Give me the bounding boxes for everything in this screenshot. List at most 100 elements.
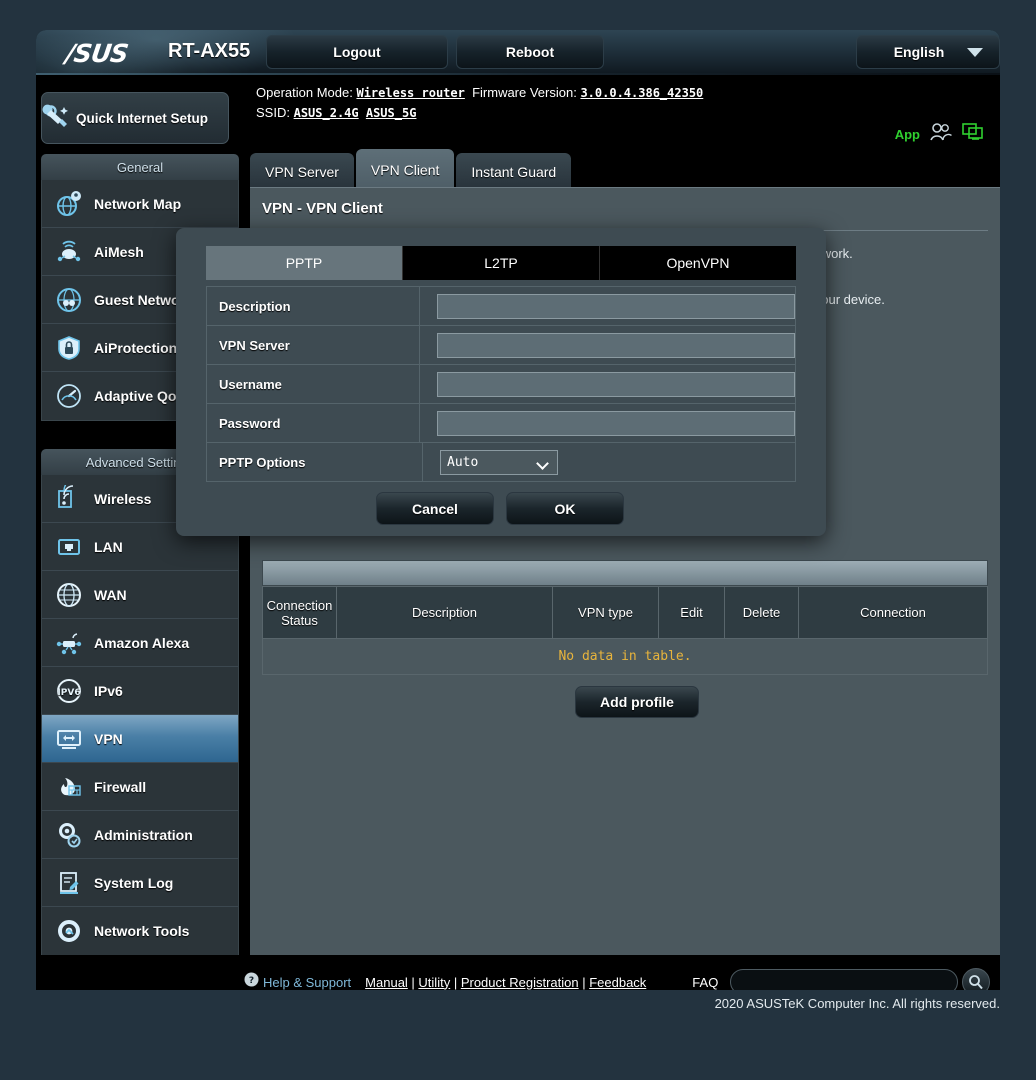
modal-tab-pptp[interactable]: PPTP [206, 246, 403, 280]
firmware-value[interactable]: 3.0.0.4.386_42350 [580, 86, 703, 100]
field-row-pptp-options: PPTP Options Auto [207, 443, 795, 482]
screen-share-icon[interactable] [962, 123, 984, 146]
description-input[interactable] [437, 293, 795, 319]
sidebar-item-label: Amazon Alexa [94, 634, 190, 651]
sidebar-item-system-log[interactable]: System Log [42, 859, 238, 907]
add-profile-button[interactable]: Add profile [575, 686, 699, 718]
table-title-bar [262, 560, 988, 586]
manual-link[interactable]: Manual [365, 975, 408, 990]
faq-search-input[interactable] [731, 970, 958, 990]
username-input[interactable] [437, 371, 795, 397]
sidebar-item-firewall[interactable]: Firewall [42, 763, 238, 811]
header-icon-row: App [895, 123, 984, 146]
aimesh-icon [52, 235, 86, 269]
firmware-label: Firmware Version: [472, 85, 577, 100]
sidebar-item-vpn[interactable]: VPN [42, 715, 238, 763]
adaptive-qos-icon [52, 379, 86, 413]
utility-link[interactable]: Utility [418, 975, 450, 990]
col-edit: Edit [658, 586, 725, 639]
chevron-down-icon [967, 47, 983, 57]
network-map-icon [52, 187, 86, 221]
feedback-link[interactable]: Feedback [589, 975, 646, 990]
field-row-description: Description [207, 287, 795, 326]
table-row: No data in table. [262, 638, 988, 675]
modal-button-row: Cancel OK [376, 492, 624, 525]
administration-icon [52, 818, 86, 852]
firewall-icon [52, 770, 86, 804]
router-model: RT-AX55 [168, 40, 251, 62]
username-label: Username [207, 365, 420, 403]
operation-mode-value[interactable]: Wireless router [356, 86, 464, 100]
app-link[interactable]: App [895, 127, 920, 142]
help-icon: ? [244, 972, 259, 990]
sidebar-item-label: WAN [94, 586, 127, 603]
top-banner: /SUS RT-AX55 Logout Reboot English [36, 30, 1000, 73]
sidebar-item-label: LAN [94, 538, 123, 555]
sidebar-item-label: AiMesh [94, 243, 144, 260]
router-admin-window: /SUS RT-AX55 Logout Reboot English Quick… [36, 30, 1000, 990]
ok-button[interactable]: OK [506, 492, 624, 525]
footer-links: Manual | Utility | Product Registration … [365, 974, 647, 990]
footer: ? Help & Support Manual | Utility | Prod… [36, 955, 1000, 990]
password-label: Password [207, 404, 420, 442]
ssid-24g[interactable]: ASUS_2.4G [294, 106, 359, 120]
sidebar-item-wan[interactable]: WAN [42, 571, 238, 619]
tab-instant-guard[interactable]: Instant Guard [456, 153, 572, 191]
sidebar-item-network-map[interactable]: Network Map [42, 180, 238, 228]
vpn-server-input[interactable] [437, 332, 795, 358]
field-row-password: Password [207, 404, 795, 443]
sidebar-item-label: VPN [94, 730, 123, 747]
wireless-icon [52, 482, 86, 516]
tab-vpn-client[interactable]: VPN Client [355, 149, 455, 191]
status-bar: Operation Mode: Wireless router Firmware… [256, 83, 703, 123]
product-registration-link[interactable]: Product Registration [461, 975, 579, 990]
quick-setup-icon [42, 101, 72, 136]
ssid-5g[interactable]: ASUS_5G [366, 106, 417, 120]
help-support-label: Help & Support [263, 974, 352, 990]
faq-label: FAQ [692, 974, 719, 990]
logout-button[interactable]: Logout [266, 35, 448, 69]
users-icon[interactable] [930, 123, 952, 146]
sidebar-menu-advanced: Wireless LAN WAN Amazon Alexa IPV6 IPv6 … [41, 475, 239, 956]
tab-bar: VPN Server VPN Client Instant Guard [250, 149, 572, 191]
table-header-row: Connection Status Description VPN type E… [262, 586, 988, 639]
quick-setup-label: Quick Internet Setup [76, 110, 209, 126]
faq-search-box[interactable] [730, 969, 959, 990]
cancel-button[interactable]: Cancel [376, 492, 494, 525]
lan-icon [52, 530, 86, 564]
modal-tab-openvpn[interactable]: OpenVPN [600, 246, 796, 280]
sidebar-item-network-tools[interactable]: Network Tools [42, 907, 238, 955]
language-label: English [893, 44, 945, 60]
modal-tab-l2tp[interactable]: L2TP [403, 246, 600, 280]
faq-search-button[interactable] [962, 968, 991, 990]
guest-network-icon [52, 283, 86, 317]
sidebar-item-label: IPv6 [94, 682, 123, 699]
tab-vpn-server[interactable]: VPN Server [250, 153, 354, 191]
field-row-username: Username [207, 365, 795, 404]
table-empty-message: No data in table. [262, 638, 988, 675]
asus-logo: /SUS [63, 39, 130, 68]
sidebar-item-label: System Log [94, 874, 174, 891]
sidebar-item-label: Firewall [94, 778, 147, 795]
col-connection-status: Connection Status [262, 586, 337, 639]
password-input[interactable] [437, 410, 795, 436]
col-delete: Delete [724, 586, 799, 639]
svg-text:IPV6: IPV6 [57, 688, 80, 698]
sidebar-item-amazon-alexa[interactable]: Amazon Alexa [42, 619, 238, 667]
svg-text:?: ? [249, 976, 254, 986]
sidebar-item-administration[interactable]: Administration [42, 811, 238, 859]
sidebar-item-label: AiProtection [94, 339, 178, 356]
quick-internet-setup-button[interactable]: Quick Internet Setup [41, 92, 229, 144]
field-row-vpn-server: VPN Server [207, 326, 795, 365]
reboot-button[interactable]: Reboot [456, 35, 604, 69]
wan-icon [52, 578, 86, 612]
sidebar-item-label: Administration [94, 826, 193, 843]
vpn-profile-table: Connection Status Description VPN type E… [262, 586, 988, 675]
sidebar-item-label: Adaptive QoS [94, 388, 186, 404]
sidebar-item-ipv6[interactable]: IPV6 IPv6 [42, 667, 238, 715]
ssid-label: SSID: [256, 105, 290, 120]
system-log-icon [52, 866, 86, 900]
language-selector[interactable]: English [856, 35, 1000, 69]
operation-mode-label: Operation Mode: [256, 85, 353, 100]
pptp-options-select[interactable]: Auto [440, 449, 558, 475]
